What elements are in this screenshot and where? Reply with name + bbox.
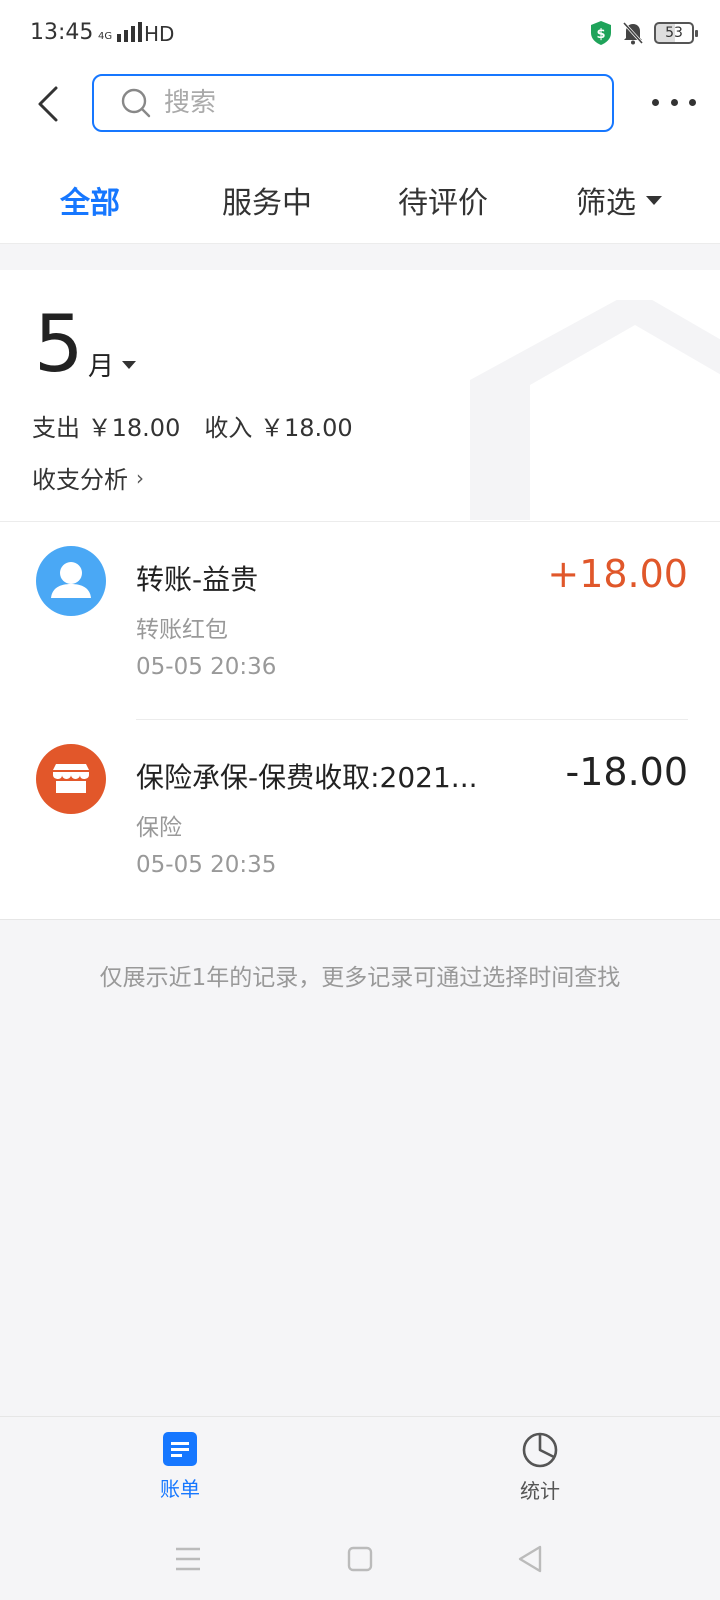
tab-bill[interactable]: 账单 bbox=[130, 1431, 230, 1502]
avatar bbox=[36, 546, 106, 616]
tab-pending-review[interactable]: 待评价 bbox=[398, 178, 488, 222]
expense-amount: ￥18.00 bbox=[87, 414, 181, 442]
analysis-link-label: 收支分析 bbox=[32, 466, 128, 494]
watermark-logo-icon bbox=[470, 300, 720, 520]
expense-label: 支出 bbox=[32, 414, 80, 442]
bell-off-icon bbox=[622, 21, 644, 45]
system-nav-bar bbox=[0, 1520, 720, 1600]
more-options-button[interactable] bbox=[652, 92, 696, 112]
shield-icon: $ bbox=[590, 20, 612, 46]
transaction-item[interactable]: 转账-益贵 转账红包 05-05 20:36 +18.00 bbox=[0, 522, 720, 720]
pie-chart-icon bbox=[522, 1432, 558, 1468]
income-summary: 收入 ￥18.00 bbox=[204, 408, 352, 443]
transaction-list: 转账-益贵 转账红包 05-05 20:36 +18.00 保险承保-保费收取:… bbox=[0, 522, 720, 920]
transaction-title: 保险承保-保费收取:2021... bbox=[136, 761, 478, 794]
back-triangle-icon[interactable] bbox=[516, 1544, 544, 1574]
transaction-item[interactable]: 保险承保-保费收取:2021... 保险 05-05 20:35 -18.00 bbox=[0, 720, 720, 918]
search-input[interactable] bbox=[164, 88, 564, 118]
more-dot bbox=[670, 98, 678, 106]
tab-statistics-label: 统计 bbox=[520, 1479, 560, 1503]
tab-all[interactable]: 全部 bbox=[60, 178, 120, 222]
signal-icon: 4G bbox=[98, 22, 143, 42]
back-arrow-icon bbox=[38, 86, 58, 122]
month-selector[interactable]: 月 bbox=[88, 346, 137, 383]
transaction-time: 05-05 20:35 bbox=[136, 852, 277, 878]
transaction-title: 转账-益贵 bbox=[136, 563, 259, 596]
menu-icon[interactable] bbox=[174, 1544, 202, 1574]
hd-indicator: HD bbox=[144, 22, 175, 46]
search-box[interactable] bbox=[92, 74, 614, 132]
network-type: 4G bbox=[98, 31, 113, 42]
month-summary: 5 月 支出 ￥18.00 收入 ￥18.00 收支分析 › bbox=[0, 270, 720, 522]
month-unit-label: 月 bbox=[88, 352, 115, 382]
bottom-tab-bar: 账单 统计 bbox=[0, 1416, 720, 1520]
transaction-amount: +18.00 bbox=[547, 552, 688, 596]
analysis-link[interactable]: 收支分析 › bbox=[32, 460, 144, 495]
month-number[interactable]: 5 bbox=[34, 300, 84, 390]
search-icon bbox=[120, 87, 152, 119]
filter-tabs: 全部 服务中 待评价 筛选 bbox=[0, 158, 720, 244]
tab-filter[interactable]: 筛选 bbox=[576, 178, 662, 222]
status-bar: 13:45 4G HD $ 53 bbox=[0, 0, 720, 72]
caret-down-icon bbox=[646, 195, 662, 205]
tab-filter-label: 筛选 bbox=[576, 186, 636, 221]
more-dot bbox=[689, 98, 696, 106]
transaction-time: 05-05 20:36 bbox=[136, 654, 277, 680]
transaction-amount: -18.00 bbox=[565, 750, 689, 794]
back-button[interactable] bbox=[30, 82, 70, 126]
expense-summary: 支出 ￥18.00 bbox=[32, 408, 180, 443]
bill-icon bbox=[163, 1432, 197, 1466]
transaction-category: 保险 bbox=[136, 815, 182, 841]
income-label: 收入 bbox=[204, 414, 253, 442]
home-icon[interactable] bbox=[346, 1544, 374, 1574]
tab-in-service[interactable]: 服务中 bbox=[222, 178, 312, 222]
shop-icon bbox=[53, 764, 89, 793]
records-footnote: 仅展示近1年的记录，更多记录可通过选择时间查找 bbox=[99, 965, 621, 991]
income-amount: ￥18.00 bbox=[260, 414, 353, 442]
tab-bill-label: 账单 bbox=[160, 1477, 200, 1501]
tab-statistics[interactable]: 统计 bbox=[490, 1431, 590, 1504]
income-expense-summary: 支出 ￥18.00 收入 ￥18.00 bbox=[32, 408, 353, 443]
chevron-right-icon: › bbox=[136, 465, 144, 490]
transaction-category: 转账红包 bbox=[136, 617, 228, 643]
status-time: 13:45 bbox=[30, 20, 94, 45]
person-icon bbox=[51, 562, 91, 598]
caret-down-icon bbox=[122, 360, 137, 369]
avatar bbox=[36, 744, 106, 814]
svg-text:$: $ bbox=[596, 27, 605, 42]
top-bar bbox=[0, 72, 720, 158]
more-dot bbox=[652, 98, 659, 106]
battery-indicator: 53 bbox=[654, 22, 698, 44]
